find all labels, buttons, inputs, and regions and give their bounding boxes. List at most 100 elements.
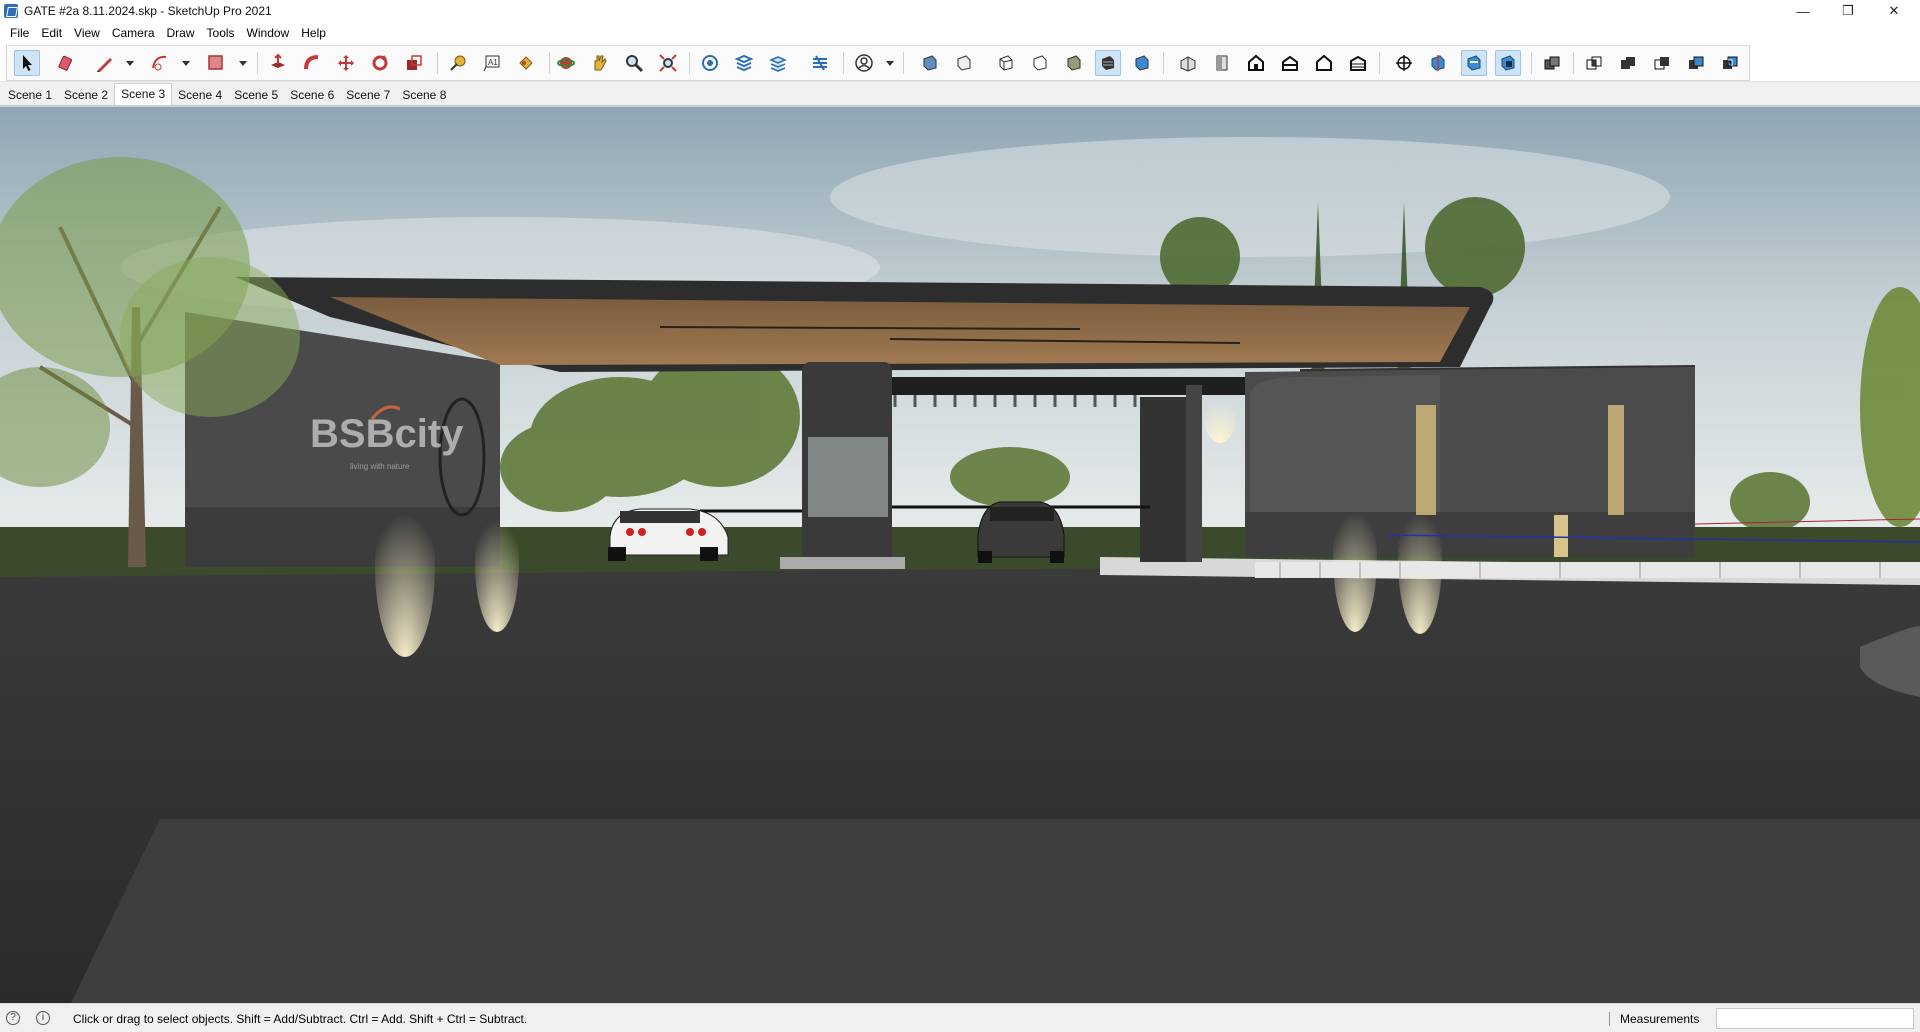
iso-view-icon[interactable] [1175, 50, 1201, 76]
railing [1255, 562, 1920, 578]
measurements-input[interactable] [1716, 1008, 1914, 1029]
restore-button[interactable]: ❐ [1828, 0, 1868, 22]
large-toolset-toolbar: A1 [0, 44, 1920, 82]
toolbar-separator [257, 52, 258, 74]
toolbar-separator [1163, 52, 1164, 74]
hidden-line-icon[interactable] [1027, 50, 1053, 76]
split-icon[interactable] [1717, 50, 1743, 76]
toolbar-separator [843, 52, 844, 74]
dark-car [977, 501, 1065, 563]
menu-draw[interactable]: Draw [161, 22, 201, 44]
display-section-cuts-icon[interactable] [1461, 50, 1487, 76]
geo-location-icon[interactable]: ? [6, 1011, 20, 1025]
shaded-icon[interactable] [1061, 50, 1087, 76]
toolbar-separator [1573, 52, 1574, 74]
gate-scene-render: BSBcity living with nature [0, 107, 1920, 1003]
push-pull-icon[interactable] [265, 50, 291, 76]
trim-icon[interactable] [1683, 50, 1709, 76]
title-bar: GATE #2a 8.11.2024.skp - SketchUp Pro 20… [0, 0, 1920, 22]
front-view-icon[interactable] [1243, 50, 1269, 76]
svg-text:A1: A1 [488, 58, 498, 67]
tab-scene-8[interactable]: Scene 8 [396, 85, 452, 105]
booth-glass [808, 437, 888, 517]
right-view-icon[interactable] [1277, 50, 1303, 76]
section-plane-icon[interactable] [1391, 50, 1417, 76]
chevron-down-icon[interactable] [885, 58, 895, 68]
arc-icon[interactable] [147, 50, 173, 76]
extension-warehouse-icon[interactable] [731, 50, 757, 76]
tab-scene-3[interactable]: Scene 3 [114, 83, 173, 105]
scene-tabs: Scene 1 Scene 2 Scene 3 Scene 4 Scene 5 … [0, 83, 1920, 105]
status-hint: Click or drag to select objects. Shift =… [73, 1012, 528, 1026]
menu-view[interactable]: View [68, 22, 106, 44]
move-icon[interactable] [333, 50, 359, 76]
info-icon[interactable]: i [36, 1011, 50, 1025]
tape-measure-icon[interactable] [445, 50, 471, 76]
toolbar-separator [903, 52, 904, 74]
model-viewport[interactable]: BSBcity living with nature [0, 105, 1920, 1003]
account-icon[interactable] [851, 50, 877, 76]
tab-scene-1[interactable]: Scene 1 [2, 85, 58, 105]
toolbar-separator [1379, 52, 1380, 74]
menu-file[interactable]: File [4, 22, 35, 44]
white-car [608, 508, 729, 561]
left-view-icon[interactable] [1345, 50, 1371, 76]
solid-tools-outer-shell-icon[interactable] [1539, 50, 1565, 76]
warehouse-icon[interactable] [697, 50, 723, 76]
wireframe-icon[interactable] [993, 50, 1019, 76]
chevron-down-icon[interactable] [181, 58, 191, 68]
sign-subtext: living with nature [350, 462, 410, 471]
menu-camera[interactable]: Camera [106, 22, 161, 44]
light-strip [1608, 405, 1624, 515]
display-section-planes-icon[interactable] [1425, 50, 1451, 76]
orbit-icon[interactable] [553, 50, 579, 76]
display-section-fill-icon[interactable] [1495, 50, 1521, 76]
status-separator [1609, 1012, 1610, 1026]
pencil-line-icon[interactable] [92, 50, 118, 76]
minimize-button[interactable]: — [1783, 0, 1823, 22]
layout-send-icon[interactable] [765, 50, 791, 76]
rotate-icon[interactable] [367, 50, 393, 76]
paint-bucket-icon[interactable] [513, 50, 539, 76]
tab-scene-6[interactable]: Scene 6 [284, 85, 340, 105]
rectangle-shape-icon[interactable] [203, 50, 229, 76]
chevron-down-icon[interactable] [238, 58, 248, 68]
toolbar-separator [549, 52, 550, 74]
chevron-down-icon[interactable] [125, 58, 135, 68]
union-icon[interactable] [1615, 50, 1641, 76]
scale-icon[interactable] [401, 50, 427, 76]
road-foreground [70, 819, 1920, 1003]
text-icon[interactable]: A1 [479, 50, 505, 76]
follow-me-icon[interactable] [299, 50, 325, 76]
tab-scene-4[interactable]: Scene 4 [172, 85, 228, 105]
canopy-wood-soffit [330, 297, 1470, 365]
xray-icon[interactable] [917, 50, 943, 76]
toolbar-separator [1531, 52, 1532, 74]
top-view-icon[interactable] [1209, 50, 1235, 76]
select-arrow-icon[interactable] [14, 50, 40, 76]
tab-scene-2[interactable]: Scene 2 [58, 85, 114, 105]
zoom-extents-icon[interactable] [655, 50, 681, 76]
pan-hand-icon[interactable] [587, 50, 613, 76]
tab-scene-7[interactable]: Scene 7 [340, 85, 396, 105]
window-title: GATE #2a 8.11.2024.skp - SketchUp Pro 20… [24, 4, 272, 18]
zoom-icon[interactable] [621, 50, 647, 76]
menu-bar: File Edit View Camera Draw Tools Window … [0, 22, 1920, 44]
extension-manager-icon[interactable] [807, 50, 833, 76]
intersect-icon[interactable] [1581, 50, 1607, 76]
menu-edit[interactable]: Edit [35, 22, 68, 44]
monochrome-icon[interactable] [1129, 50, 1155, 76]
back-view-icon[interactable] [1311, 50, 1337, 76]
toolbar-separator [437, 52, 438, 74]
eraser-icon[interactable] [54, 50, 80, 76]
close-button[interactable]: ✕ [1874, 0, 1914, 22]
subtract-icon[interactable] [1649, 50, 1675, 76]
measurements-label: Measurements [1620, 1012, 1700, 1026]
back-edges-icon[interactable] [951, 50, 977, 76]
menu-window[interactable]: Window [241, 22, 296, 44]
menu-help[interactable]: Help [295, 22, 332, 44]
sign-text: BSBcity [310, 412, 464, 456]
tab-scene-5[interactable]: Scene 5 [228, 85, 284, 105]
shaded-textures-icon[interactable] [1095, 50, 1121, 76]
menu-tools[interactable]: Tools [201, 22, 241, 44]
